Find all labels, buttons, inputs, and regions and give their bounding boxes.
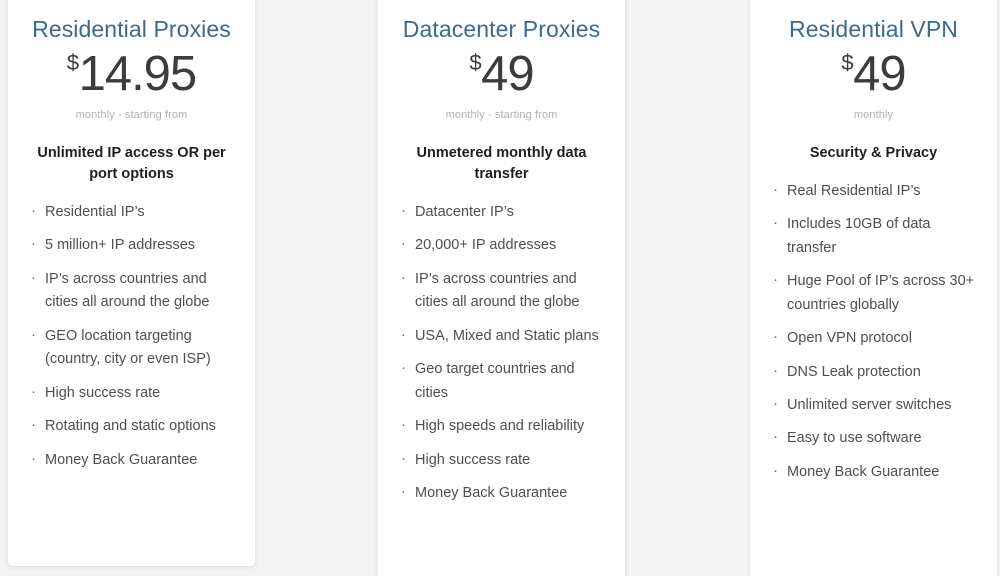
pricing-card-residential-vpn[interactable]: Residential VPN $49 monthly Security & P…: [750, 0, 997, 576]
bullet-icon: ·: [401, 201, 406, 219]
pricing-plans-board: Residential Proxies $14.95 monthly - sta…: [0, 0, 1000, 576]
feature-item: · Money Back Guarantee: [30, 449, 239, 472]
feature-item: · Residential IP’s: [30, 201, 239, 224]
bullet-icon: ·: [401, 449, 406, 467]
bullet-icon: ·: [773, 428, 778, 446]
feature-text: USA, Mixed and Static plans: [415, 327, 599, 344]
feature-item: · 5 million+ IP addresses: [30, 234, 239, 257]
feature-text: IP’s across countries and cities all aro…: [415, 270, 580, 311]
bullet-icon: ·: [31, 416, 36, 434]
feature-text: Huge Pool of IP’s across 30+ countries g…: [787, 273, 975, 313]
feature-item: · IP’s across countries and cities all ar…: [30, 268, 239, 315]
feature-text: Includes 10GB of data transfer: [787, 216, 931, 256]
price-caption: monthly - starting from: [75, 108, 188, 121]
plan-price: $49: [394, 46, 609, 101]
feature-text: IP’s across countries and cities all aro…: [45, 270, 210, 311]
bullet-icon: ·: [401, 359, 406, 377]
price-caption: monthly - starting from: [445, 108, 558, 121]
card-content: Datacenter Proxies $49 monthly - startin…: [378, 0, 625, 505]
card-content: Residential VPN $49 monthly Security & P…: [750, 0, 997, 484]
feature-text: Money Back Guarantee: [415, 484, 568, 501]
feature-item: · High success rate: [30, 382, 239, 405]
feature-text: Open VPN protocol: [787, 330, 912, 347]
price-amount: 14.95: [78, 46, 198, 101]
feature-text: 5 million+ IP addresses: [45, 237, 196, 254]
bullet-icon: ·: [773, 328, 778, 346]
currency-symbol: $: [66, 49, 79, 75]
bullet-icon: ·: [31, 201, 36, 219]
feature-item: · Real Residential IP’s: [772, 180, 981, 203]
plan-title: Datacenter Proxies: [402, 16, 601, 42]
feature-text: 20,000+ IP addresses: [415, 237, 557, 254]
plan-price: $49: [766, 46, 981, 101]
feature-text: Datacenter IP’s: [415, 203, 514, 220]
bullet-icon: ·: [31, 325, 36, 343]
bullet-icon: ·: [773, 395, 778, 412]
plan-subtitle: Unmetered monthly data transfer: [416, 144, 587, 182]
plan-title: Residential VPN: [789, 16, 958, 42]
bullet-icon: ·: [401, 416, 406, 434]
feature-item: · Easy to use software: [772, 427, 981, 450]
bullet-icon: ·: [773, 180, 778, 198]
bullet-icon: ·: [401, 325, 406, 343]
plan-title: Residential Proxies: [32, 16, 231, 42]
feature-text: Residential IP’s: [45, 203, 145, 220]
feature-list: · Datacenter IP’s · 20,000+ IP addresses ·…: [394, 201, 609, 506]
feature-item: · Unlimited server switches: [772, 394, 981, 417]
bullet-icon: ·: [31, 268, 36, 286]
feature-item: · IP’s across countries and cities all ar…: [400, 268, 609, 315]
feature-item: · DNS Leak protection: [772, 361, 981, 384]
price-amount: 49: [853, 46, 907, 101]
bullet-icon: ·: [401, 482, 406, 500]
currency-symbol: $: [841, 49, 854, 75]
bullet-icon: ·: [773, 271, 778, 289]
bullet-icon: ·: [31, 382, 36, 400]
feature-text: Real Residential IP’s: [787, 182, 921, 199]
feature-item: · Includes 10GB of data transfer: [772, 213, 981, 260]
feature-text: Money Back Guarantee: [45, 451, 198, 468]
card-content: Residential Proxies $14.95 monthly - sta…: [8, 0, 255, 472]
bullet-icon: ·: [31, 235, 36, 253]
feature-item: · Huge Pool of IP’s across 30+ countries …: [772, 270, 981, 317]
feature-item: · GEO location targeting (country, city o…: [30, 325, 239, 372]
plan-price: $14.95: [24, 46, 239, 101]
feature-text: GEO location targeting (country, city or…: [45, 327, 211, 368]
pricing-card-datacenter-proxies[interactable]: Datacenter Proxies $49 monthly - startin…: [378, 0, 625, 576]
feature-item: · Rotating and static options: [30, 415, 239, 438]
feature-text: DNS Leak protection: [787, 363, 921, 380]
feature-text: High success rate: [415, 451, 531, 468]
feature-item: · High success rate: [400, 449, 609, 472]
price-caption: monthly: [853, 108, 894, 121]
feature-text: Easy to use software: [787, 430, 922, 447]
bullet-icon: ·: [401, 235, 406, 253]
feature-list: · Residential IP’s · 5 million+ IP address…: [24, 201, 239, 472]
feature-item: · High speeds and reliability: [400, 415, 609, 438]
bullet-icon: ·: [401, 268, 406, 286]
feature-item: · Money Back Guarantee: [400, 482, 609, 505]
pricing-card-residential-proxies[interactable]: Residential Proxies $14.95 monthly - sta…: [8, 0, 255, 566]
feature-item: · Money Back Guarantee: [772, 461, 981, 484]
price-amount: 49: [481, 46, 535, 101]
bullet-icon: ·: [773, 214, 778, 232]
feature-item: · Open VPN protocol: [772, 327, 981, 350]
feature-item: · Geo target countries and cities: [400, 358, 609, 405]
feature-item: · Datacenter IP’s: [400, 201, 609, 224]
plan-subtitle: Unlimited IP access OR per port options: [37, 144, 226, 182]
feature-item: · USA, Mixed and Static plans: [400, 325, 609, 348]
feature-text: Money Back Guarantee: [787, 463, 940, 480]
feature-text: High success rate: [45, 384, 161, 401]
bullet-icon: ·: [773, 461, 778, 479]
currency-symbol: $: [469, 49, 482, 75]
feature-list: · Real Residential IP’s · Includes 10GB of…: [766, 180, 981, 485]
feature-text: Unlimited server switches: [787, 397, 952, 413]
bullet-icon: ·: [31, 449, 36, 467]
bullet-icon: ·: [773, 361, 778, 379]
feature-text: High speeds and reliability: [415, 418, 585, 435]
feature-item: · 20,000+ IP addresses: [400, 234, 609, 257]
plan-subtitle: Security & Privacy: [809, 144, 938, 161]
feature-text: Geo target countries and cities: [415, 361, 575, 401]
feature-text: Rotating and static options: [45, 418, 216, 435]
